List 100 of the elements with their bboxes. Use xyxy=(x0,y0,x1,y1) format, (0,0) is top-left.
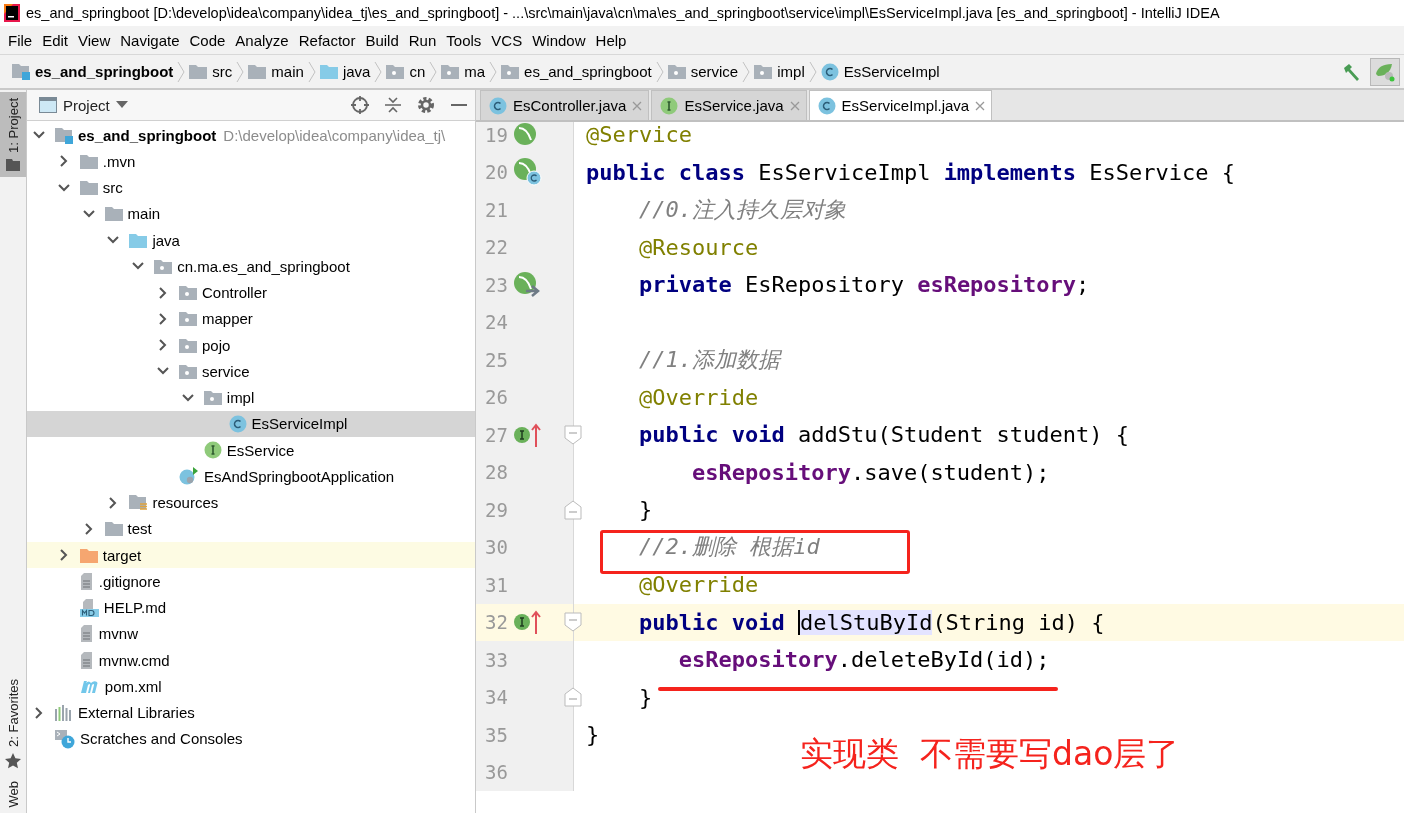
app-class-icon xyxy=(179,467,199,486)
tree-row[interactable]: EsService xyxy=(27,437,475,464)
tree-row[interactable]: resources xyxy=(27,489,475,516)
spring-bean-icon[interactable] xyxy=(513,122,539,148)
side-tab[interactable]: Web xyxy=(0,774,26,813)
line-number: 26 xyxy=(484,386,508,409)
breadcrumb-separator-icon xyxy=(374,60,383,83)
menu-item[interactable]: VCS xyxy=(486,31,528,49)
tree-item-label: es_and_springboot xyxy=(78,126,217,144)
close-icon[interactable] xyxy=(975,100,986,111)
tree-row[interactable]: cn.ma.es_and_springboot xyxy=(27,253,475,280)
spring-bean-icon[interactable] xyxy=(513,157,543,188)
tree-row[interactable]: main xyxy=(27,200,475,227)
editor-tab[interactable]: EsServiceImpl.java xyxy=(808,90,993,120)
package-icon xyxy=(154,258,173,274)
settings-icon[interactable] xyxy=(417,96,435,114)
menu-item[interactable]: View xyxy=(73,31,116,49)
menu-item[interactable]: File xyxy=(3,31,38,49)
tree-item-label: mvnw xyxy=(98,625,138,643)
tree-item-label: mapper xyxy=(202,310,253,328)
menu-item[interactable]: Edit xyxy=(37,31,74,49)
leaf-icon xyxy=(1374,61,1396,82)
tree-item-label: test xyxy=(127,520,152,538)
menu-item[interactable]: Navigate xyxy=(115,31,185,49)
tree-row[interactable]: mapper xyxy=(27,305,475,332)
breadcrumb-item[interactable]: ma xyxy=(441,63,486,80)
tree-row[interactable]: HELP.md xyxy=(27,594,475,621)
breadcrumb-separator-icon xyxy=(489,60,498,83)
tree-row[interactable]: mvnw xyxy=(27,620,475,647)
tree-item-label: EsAndSpringbootApplication xyxy=(204,467,395,485)
tree-item-label: cn.ma.es_and_springboot xyxy=(177,257,350,275)
tree-row[interactable]: src xyxy=(27,174,475,201)
editor-tab[interactable]: EsController.java xyxy=(480,90,650,120)
window-title: es_and_springboot [D:\develop\idea\company\idea_tj\es_and_springboot] - ...\src\main\java\cn\ma\es_and_springboot\service\impl\EsServiceImpl.java [es_and_springboot] - IntelliJ IDEA xyxy=(26,5,1220,21)
source-folder-icon xyxy=(129,232,148,248)
line-number: 20 xyxy=(484,161,508,184)
tree-row[interactable]: Scratches and Consoles xyxy=(27,725,475,752)
tree-row[interactable]: .gitignore xyxy=(27,568,475,595)
menu-item[interactable]: Build xyxy=(360,31,404,49)
tree-row[interactable]: mvnw.cmd xyxy=(27,647,475,674)
menu-item[interactable]: Window xyxy=(527,31,591,49)
tree-row[interactable]: test xyxy=(27,515,475,542)
menu-item[interactable]: Help xyxy=(590,31,632,49)
tree-row[interactable]: java xyxy=(27,227,475,254)
menu-item[interactable]: Run xyxy=(403,31,442,49)
locate-icon[interactable] xyxy=(351,96,369,114)
fold-marker-icon[interactable] xyxy=(564,424,582,445)
collapse-all-icon[interactable] xyxy=(385,96,401,114)
tree-row[interactable]: EsServiceImpl xyxy=(27,410,475,437)
breadcrumb-item[interactable]: main xyxy=(248,63,304,80)
menu-item[interactable]: Analyze xyxy=(230,31,294,49)
minimize-icon[interactable] xyxy=(451,103,467,107)
tree-item-label: target xyxy=(102,546,142,564)
tree-item-label: HELP.md xyxy=(103,599,167,617)
line-number: 35 xyxy=(484,723,508,746)
side-tab[interactable]: 2: Favorites xyxy=(0,672,26,775)
breadcrumb-item[interactable]: es_and_springboot xyxy=(501,63,652,80)
dropdown-caret-icon[interactable] xyxy=(115,101,128,109)
tree-row[interactable]: es_and_springboot D:\develop\idea\company\idea_tj\ xyxy=(27,122,475,149)
tree-row[interactable]: Controller xyxy=(27,279,475,306)
tree-item-label: Scratches and Consoles xyxy=(80,730,243,748)
fold-marker-icon[interactable] xyxy=(564,499,582,520)
code-line: esRepository.deleteById(id); xyxy=(677,647,1050,673)
package-icon xyxy=(501,64,520,79)
code-line: @Override xyxy=(637,384,759,410)
breadcrumb-item[interactable]: src xyxy=(189,63,233,80)
folder-icon xyxy=(248,64,267,79)
line-number: 21 xyxy=(484,198,508,221)
tree-row[interactable]: .mvn xyxy=(27,148,475,175)
side-tab[interactable]: 1: Project xyxy=(0,92,26,177)
menu-item[interactable]: Code xyxy=(184,31,231,49)
tree-item-label: service xyxy=(202,362,250,380)
tree-row[interactable]: pom.xml xyxy=(27,673,475,700)
tree-item-label: pom.xml xyxy=(104,677,162,695)
fold-marker-icon[interactable] xyxy=(564,612,582,633)
menu-item[interactable]: Refactor xyxy=(293,31,361,49)
fold-marker-icon[interactable] xyxy=(564,687,582,708)
breadcrumb-item[interactable]: impl xyxy=(754,63,805,80)
breadcrumb-item[interactable]: cn xyxy=(386,63,426,80)
folder-icon xyxy=(189,64,208,79)
tree-row[interactable]: EsAndSpringbootApplication xyxy=(27,463,475,490)
tree-row[interactable]: pojo xyxy=(27,332,475,359)
breadcrumb-item[interactable]: java xyxy=(319,63,371,80)
tree-item-label: pojo xyxy=(202,336,231,354)
breadcrumb-item[interactable]: service xyxy=(667,63,739,80)
panel-title[interactable]: Project xyxy=(63,96,110,114)
breadcrumb-item[interactable]: es_and_springboot xyxy=(12,63,174,80)
tree-row[interactable]: target xyxy=(27,542,475,569)
tree-row[interactable]: impl xyxy=(27,384,475,411)
menu-item[interactable]: Tools xyxy=(441,31,487,49)
code-line: public class EsServiceImpl implements EsService { xyxy=(586,159,1236,185)
tree-row[interactable]: External Libraries xyxy=(27,699,475,726)
implements-up-arrow-icon[interactable] xyxy=(513,609,543,636)
editor-tab[interactable]: EsService.java xyxy=(651,90,807,120)
line-number: 27 xyxy=(484,423,508,446)
breadcrumb-item[interactable]: EsServiceImpl xyxy=(820,62,940,81)
package-icon xyxy=(754,64,773,79)
implements-up-arrow-icon[interactable] xyxy=(513,421,543,448)
folder-icon xyxy=(79,180,98,196)
tree-row[interactable]: service xyxy=(27,358,475,385)
